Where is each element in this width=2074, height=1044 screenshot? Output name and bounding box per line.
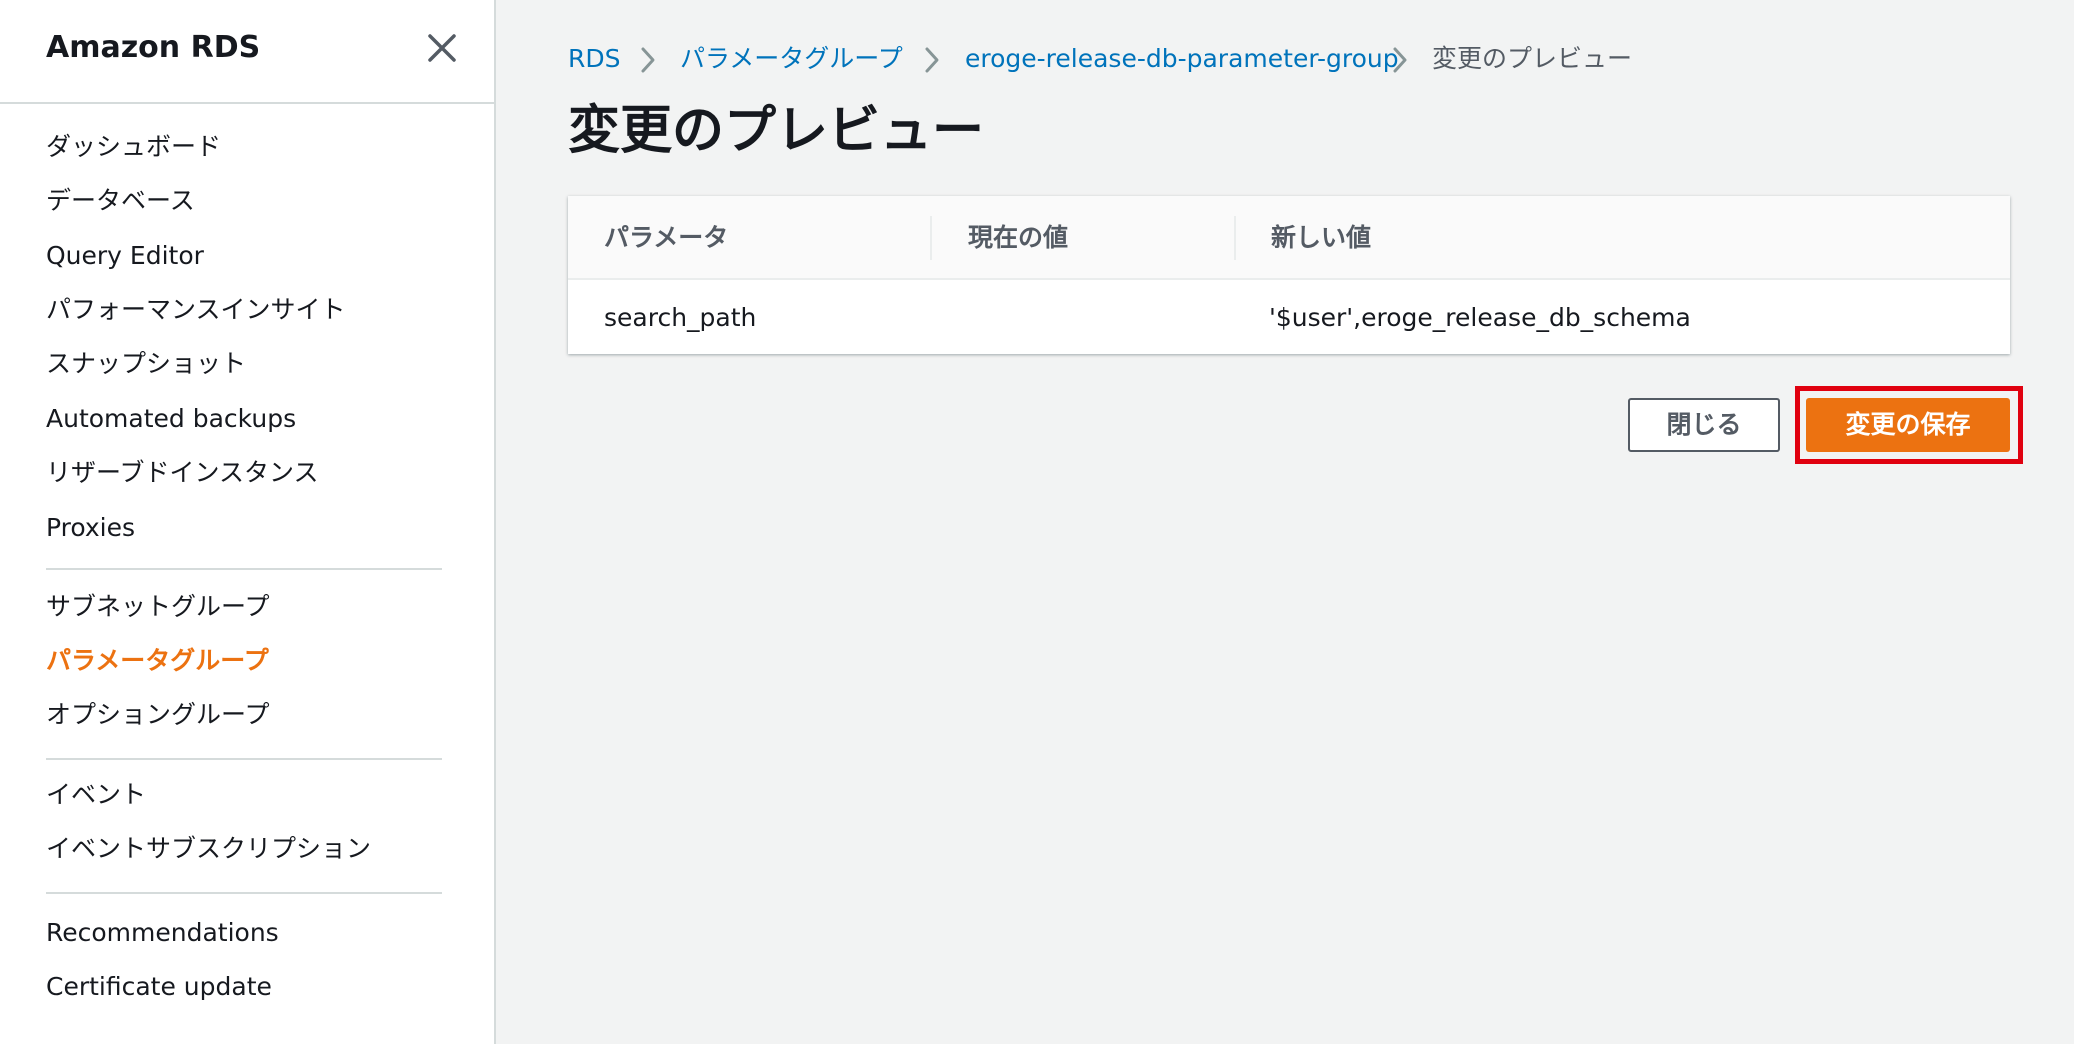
cell-new-value: '$user',eroge_release_db_schema	[1269, 303, 1691, 332]
sidebar-item-option-groups[interactable]: オプショングループ	[46, 698, 270, 732]
sidebar-item-snapshots[interactable]: スナップショット	[46, 347, 246, 381]
column-header-current-value[interactable]: 現在の値	[968, 196, 1068, 280]
close-button[interactable]: 閉じる	[1628, 398, 1780, 452]
breadcrumb-parameter-group-name[interactable]: eroge-release-db-parameter-group	[965, 42, 1399, 76]
sidebar-item-automated-backups[interactable]: Automated backups	[46, 402, 296, 436]
sidebar-item-subnet-groups[interactable]: サブネットグループ	[46, 590, 270, 624]
close-icon[interactable]	[426, 32, 458, 64]
changes-table: パラメータ 現在の値 新しい値 search_path '$user',erog…	[568, 196, 2010, 354]
chevron-right-icon	[920, 46, 944, 74]
column-header-parameter[interactable]: パラメータ	[604, 196, 728, 280]
sidebar-header: Amazon RDS	[0, 0, 494, 104]
sidebar-item-query-editor[interactable]: Query Editor	[46, 239, 204, 273]
sidebar-divider	[46, 568, 442, 570]
sidebar-item-proxies[interactable]: Proxies	[46, 511, 135, 545]
sidebar-item-certificate-update[interactable]: Certificate update	[46, 970, 272, 1004]
sidebar-item-recommendations[interactable]: Recommendations	[46, 916, 279, 950]
rds-console: Amazon RDS ダッシュボード データベース Query Editor パ…	[0, 0, 2074, 1044]
sidebar: Amazon RDS ダッシュボード データベース Query Editor パ…	[0, 0, 496, 1044]
save-changes-button[interactable]: 変更の保存	[1806, 398, 2010, 452]
cell-parameter: search_path	[604, 303, 757, 332]
breadcrumb-parameter-groups[interactable]: パラメータグループ	[680, 42, 903, 76]
sidebar-item-databases[interactable]: データベース	[46, 184, 195, 218]
column-header-new-value[interactable]: 新しい値	[1271, 196, 1371, 280]
sidebar-title: Amazon RDS	[46, 30, 261, 65]
chevron-right-icon	[1388, 46, 1412, 74]
sidebar-item-parameter-groups[interactable]: パラメータグループ	[46, 644, 269, 678]
sidebar-item-event-subscriptions[interactable]: イベントサブスクリプション	[46, 832, 371, 866]
sidebar-item-performance-insights[interactable]: パフォーマンスインサイト	[46, 293, 346, 327]
table-row: search_path '$user',eroge_release_db_sch…	[568, 282, 2010, 354]
breadcrumb-rds[interactable]: RDS	[568, 42, 621, 76]
breadcrumb-current: 変更のプレビュー	[1432, 44, 1633, 73]
sidebar-divider	[46, 892, 442, 894]
page-title: 変更のプレビュー	[568, 101, 985, 161]
column-separator	[930, 216, 932, 260]
sidebar-item-reserved-instances[interactable]: リザーブドインスタンス	[46, 456, 319, 490]
column-separator	[1234, 216, 1236, 260]
table-header: パラメータ 現在の値 新しい値	[568, 196, 2010, 280]
chevron-right-icon	[636, 46, 660, 74]
sidebar-item-events[interactable]: イベント	[46, 778, 146, 812]
sidebar-divider	[46, 758, 442, 760]
sidebar-item-dashboard[interactable]: ダッシュボード	[46, 130, 221, 164]
